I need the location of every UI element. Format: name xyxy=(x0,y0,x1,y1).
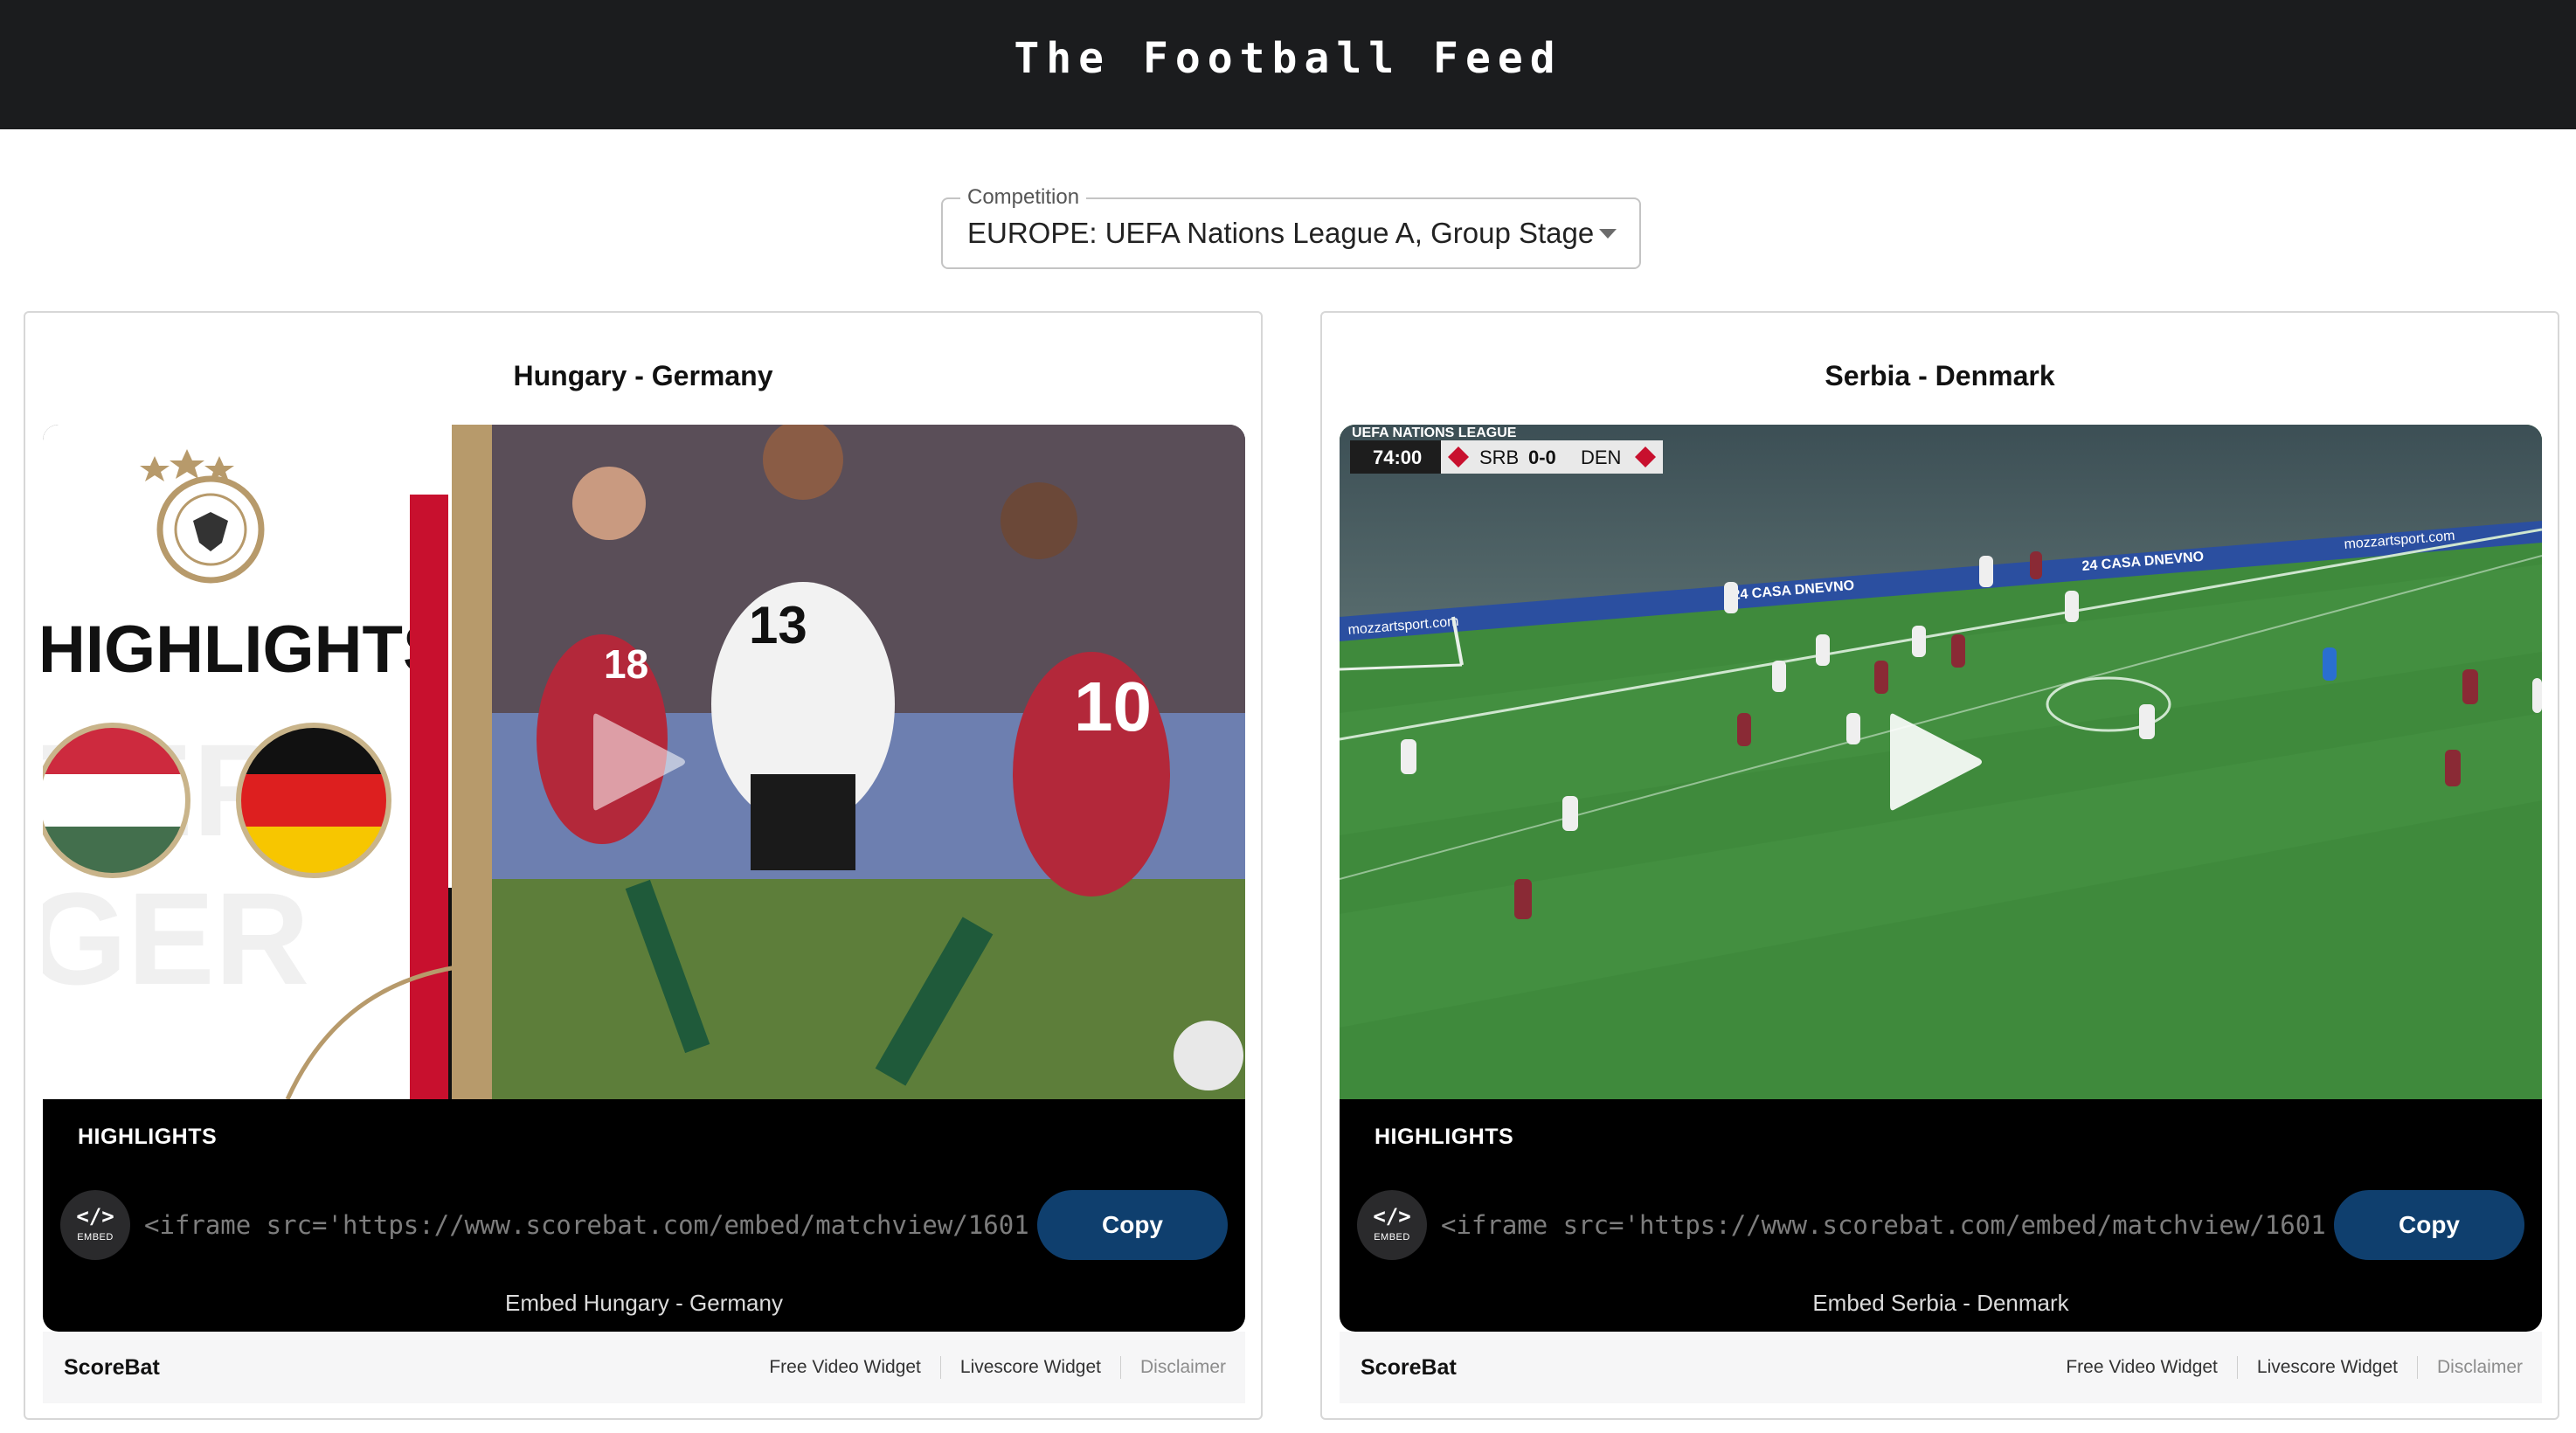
disclaimer-link[interactable]: Disclaimer xyxy=(2437,1357,2523,1378)
svg-text:18: 18 xyxy=(604,641,648,687)
chevron-down-icon xyxy=(1599,229,1617,239)
code-icon[interactable]: </> EMBED xyxy=(1357,1190,1427,1260)
match-title: Serbia - Denmark xyxy=(1825,360,2055,391)
free-video-widget-link[interactable]: Free Video Widget xyxy=(769,1357,921,1378)
footer-links: Free Video Widget Livescore Widget Discl… xyxy=(2066,1356,2523,1379)
embed-row: </> EMBED <iframe src='https://www.score… xyxy=(60,1190,1228,1260)
video-label: HIGHLIGHTS xyxy=(1375,1125,1514,1149)
scoreboard-away: DEN xyxy=(1581,447,1621,468)
video-label: HIGHLIGHTS xyxy=(78,1125,218,1149)
disclaimer-link[interactable]: Disclaimer xyxy=(1140,1357,1226,1378)
divider xyxy=(2416,1356,2418,1379)
video-thumbnail[interactable]: mozzartsport.com 24 CASA DNEVNO 24 CASA … xyxy=(1340,425,2542,1099)
scorebat-brand[interactable]: ScoreBat xyxy=(1361,1355,1457,1381)
scoreboard-clock: 74:00 xyxy=(1373,447,1422,468)
embed-icon-caption: EMBED xyxy=(77,1232,114,1243)
embed-code-field[interactable]: <iframe src='https://www.scorebat.com/em… xyxy=(144,1190,1070,1260)
match-card-serbia-denmark: Serbia - Denmark mozzartsport.com 24 CAS… xyxy=(1320,311,2559,1420)
livescore-widget-link[interactable]: Livescore Widget xyxy=(960,1357,1101,1378)
svg-text:GER: GER xyxy=(43,865,309,1012)
footer-links: Free Video Widget Livescore Widget Discl… xyxy=(769,1356,1226,1379)
embed-icon-caption: EMBED xyxy=(1374,1232,1410,1243)
play-icon[interactable] xyxy=(586,708,691,816)
scoreboard-home: SRB xyxy=(1479,447,1519,468)
livescore-widget-link[interactable]: Livescore Widget xyxy=(2257,1357,2398,1378)
widget-footer: ScoreBat Free Video Widget Livescore Wid… xyxy=(43,1332,1245,1403)
embed-row: </> EMBED <iframe src='https://www.score… xyxy=(1357,1190,2524,1260)
embed-caption: Embed Serbia - Denmark xyxy=(1812,1290,2069,1316)
divider xyxy=(1119,1356,1121,1379)
embed-caption: Embed Hungary - Germany xyxy=(505,1290,783,1316)
top-bar: The Football Feed xyxy=(0,0,2576,129)
copy-button[interactable]: Copy xyxy=(2334,1190,2524,1260)
thumbnail-text: HIGHLIGHTS xyxy=(43,613,447,687)
match-title: Hungary - Germany xyxy=(513,360,773,391)
video-player[interactable]: TER GER HIGHLIGHTS xyxy=(43,425,1245,1332)
scorebat-brand[interactable]: ScoreBat xyxy=(64,1355,160,1381)
scoreboard-league: UEFA NATIONS LEAGUE xyxy=(1352,426,1517,440)
svg-text:10: 10 xyxy=(1074,668,1152,745)
free-video-widget-link[interactable]: Free Video Widget xyxy=(2066,1357,2218,1378)
competition-select-label: Competition xyxy=(960,185,1087,210)
divider xyxy=(2236,1356,2238,1379)
video-player[interactable]: mozzartsport.com 24 CASA DNEVNO 24 CASA … xyxy=(1340,425,2542,1332)
embed-code-field[interactable]: <iframe src='https://www.scorebat.com/em… xyxy=(1441,1190,2367,1260)
divider xyxy=(939,1356,941,1379)
competition-select[interactable]: Competition EUROPE: UEFA Nations League … xyxy=(941,185,1641,269)
widget-footer: ScoreBat Free Video Widget Livescore Wid… xyxy=(1340,1332,2542,1403)
video-thumbnail[interactable]: TER GER HIGHLIGHTS xyxy=(43,425,1245,1099)
copy-button[interactable]: Copy xyxy=(1037,1190,1228,1260)
code-icon[interactable]: </> EMBED xyxy=(60,1190,130,1260)
scoreboard-score: 0-0 xyxy=(1528,447,1556,468)
match-card-hungary-germany: Hungary - Germany TER GER HIGHLIGHTS xyxy=(24,311,1263,1420)
competition-select-value: EUROPE: UEFA Nations League A, Group Sta… xyxy=(967,217,1595,249)
play-icon[interactable] xyxy=(1883,708,1988,816)
svg-text:13: 13 xyxy=(749,596,807,654)
site-title: The Football Feed xyxy=(1014,34,1562,83)
